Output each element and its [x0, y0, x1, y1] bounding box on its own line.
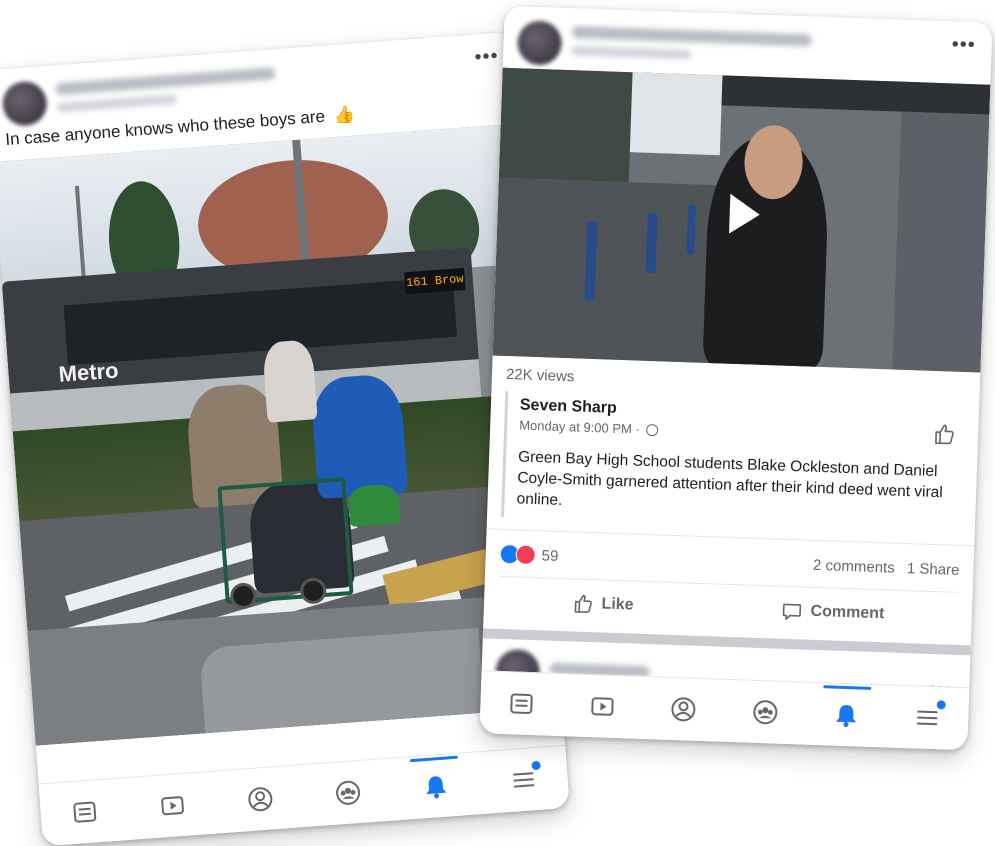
boy-green-shorts	[348, 483, 401, 527]
groups-icon	[751, 698, 780, 727]
love-reaction-icon[interactable]	[515, 544, 536, 565]
comment-count[interactable]: 2 comments	[813, 556, 895, 576]
thumbs-up-icon	[571, 592, 594, 615]
nav-menu[interactable]	[899, 689, 957, 747]
notifications-icon	[832, 701, 861, 730]
post-video[interactable]	[493, 68, 991, 373]
post-card-right: ••• 22K views Seven Sharp Monday at 9:00…	[479, 6, 992, 751]
avatar[interactable]	[517, 20, 563, 66]
nav-profile[interactable]	[230, 769, 290, 829]
menu-badge	[937, 700, 946, 709]
nav-notifications[interactable]	[406, 756, 466, 816]
thumbs-up-outline-icon[interactable]	[932, 422, 957, 452]
share-count[interactable]: 1 Share	[907, 560, 960, 579]
blurred-timestamp	[571, 46, 691, 59]
post-photo[interactable]: Metro 161 Brow	[0, 123, 562, 745]
like-button[interactable]: Like	[571, 592, 634, 616]
bus-logo: Metro	[58, 358, 120, 388]
profile-icon	[669, 695, 698, 724]
watch-icon	[158, 791, 188, 821]
video-building	[499, 68, 633, 182]
shared-post-text: Green Bay High School students Blake Ock…	[516, 446, 953, 524]
blurred-author-name[interactable]	[55, 67, 275, 95]
active-tab-indicator	[823, 685, 871, 690]
profile-icon	[245, 784, 275, 814]
nav-watch[interactable]	[143, 776, 203, 836]
video-sky	[630, 72, 723, 155]
feed-icon	[70, 797, 100, 827]
like-label: Like	[601, 595, 634, 614]
bollard	[646, 213, 658, 273]
bus-destination-sign: 161 Brow	[404, 268, 465, 294]
reaction-count[interactable]: 59	[541, 547, 558, 565]
feed-icon	[507, 689, 536, 718]
nav-feed[interactable]	[55, 782, 115, 842]
nav-feed[interactable]	[492, 675, 550, 733]
bus-window	[64, 277, 457, 365]
avatar[interactable]	[1, 80, 48, 127]
active-tab-indicator	[410, 756, 458, 763]
thumbs-up-emoji: 👍	[333, 104, 356, 127]
more-options-icon[interactable]: •••	[951, 33, 976, 57]
comment-label: Comment	[810, 603, 884, 624]
shared-post[interactable]: Seven Sharp Monday at 9:00 PM · Green Ba…	[501, 391, 965, 533]
shared-post-timestamp: Monday at 9:00 PM ·	[519, 417, 640, 436]
video-storefront	[892, 112, 989, 373]
bottom-navigation	[39, 745, 570, 846]
watch-icon	[588, 692, 617, 721]
nav-groups[interactable]	[318, 763, 378, 823]
nav-notifications[interactable]	[817, 686, 875, 744]
groups-icon	[333, 778, 363, 808]
nav-watch[interactable]	[573, 678, 631, 736]
notifications-icon	[421, 771, 451, 801]
nav-groups[interactable]	[736, 683, 794, 741]
blurred-author-name[interactable]	[572, 26, 812, 46]
blurred-timestamp	[57, 95, 177, 113]
comment-button[interactable]: Comment	[780, 600, 884, 626]
nav-menu[interactable]	[494, 750, 554, 810]
menu-badge	[531, 761, 541, 771]
globe-icon	[646, 424, 658, 436]
play-icon[interactable]	[729, 194, 760, 235]
photo-curb	[199, 628, 487, 746]
comment-icon	[780, 600, 803, 623]
nav-profile[interactable]	[655, 680, 713, 738]
more-options-icon[interactable]: •••	[474, 45, 500, 70]
engagement-counts: 2 comments 1 Share	[805, 556, 960, 578]
